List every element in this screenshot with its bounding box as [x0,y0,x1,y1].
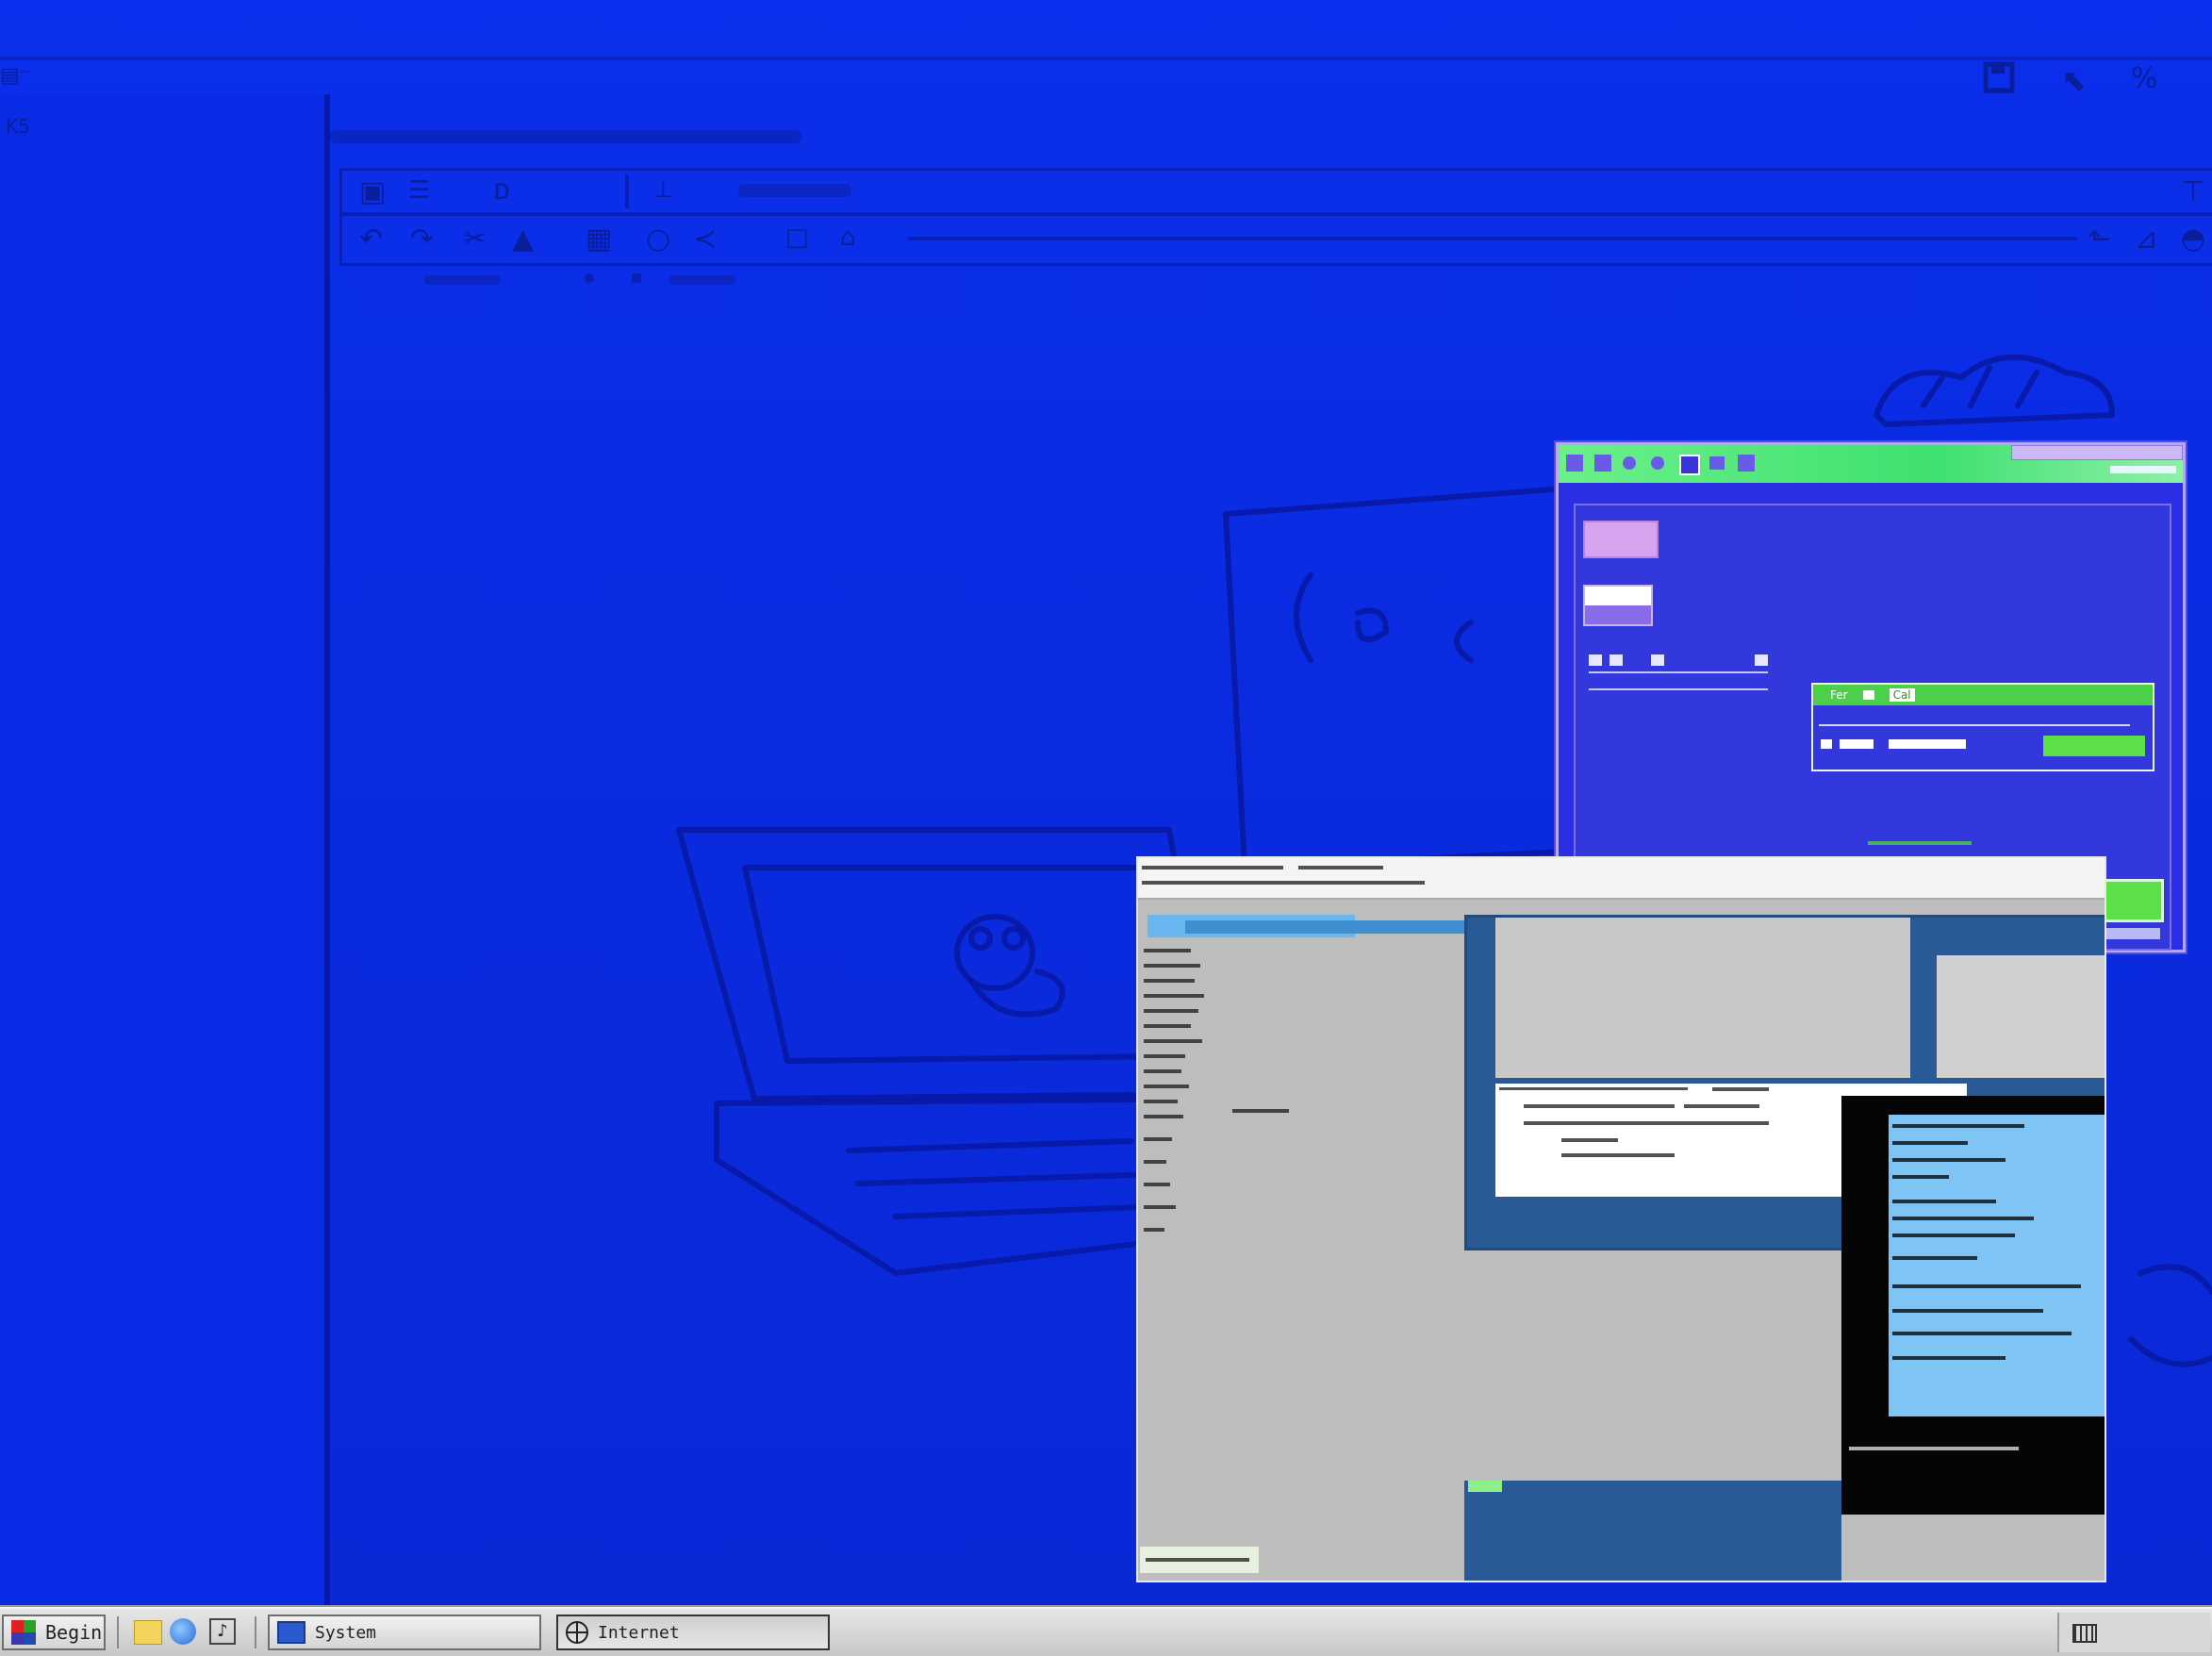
embedded-side-panel [1937,955,2105,1078]
divider-line [1589,688,1768,690]
redo-icon[interactable]: ↷ [410,225,434,254]
gear-icon[interactable] [1862,690,1874,700]
embedded-note [1232,1109,1289,1113]
embedded-grey-area [1495,918,1910,1078]
inner-field-a[interactable] [1840,739,1874,749]
progress-sliver [1868,841,1972,845]
back-icon[interactable] [1566,455,1583,472]
box-icon[interactable]: □ [785,225,809,250]
inner-separator [1819,724,2130,726]
trash-icon[interactable]: ⌂ [840,225,856,250]
inner-panel: Fer Cal [1811,683,2154,771]
embedded-bottom-window [1464,1481,1841,1581]
embedded-tab [1185,920,1506,934]
cursor-icon[interactable]: ⬉ [2061,62,2087,98]
embedded-menubar [1138,858,2105,900]
pin-icon[interactable]: ⊤ [2181,178,2205,207]
dialog-address-field[interactable] [2011,445,2183,460]
taskbar-item-system[interactable]: System [268,1615,541,1650]
taskbar: Begin ♪ System Internet [0,1607,2212,1656]
forward-icon[interactable] [1709,456,1725,470]
pointer-icon[interactable]: ⬑ [2088,225,2111,254]
undo-icon[interactable]: ↶ [359,225,383,254]
toolbar-primary: ▣ ☰ ᴅ ⊥ ⊤ [339,168,2212,215]
ruler-bar [339,264,2212,296]
arrow-icon[interactable]: ≺ [693,225,717,254]
grid-icon[interactable] [1738,455,1755,472]
taskbar-item-internet-label: Internet [598,1622,680,1643]
shape-icon[interactable]: ▲ [512,225,534,254]
embedded-file-list [1144,949,1210,1326]
window-icon[interactable] [1679,455,1700,475]
list-icon[interactable] [1594,455,1611,472]
monitor-icon [277,1621,305,1644]
embedded-status-strip [1140,1547,1259,1573]
color-swatch-lilac[interactable] [1583,521,1659,558]
inner-ok-button[interactable] [2043,736,2145,756]
toolbar-divider [625,174,629,208]
image-icon[interactable]: ▦ [586,225,612,254]
start-logo-icon [11,1620,36,1645]
embedded-terminal [1841,1096,2105,1515]
style-icon[interactable]: ☰ [408,178,430,203]
music-note-icon[interactable]: ♪ [209,1618,236,1645]
inner-panel-header[interactable]: Fer Cal [1813,685,2153,705]
start-label: Begin [45,1621,103,1644]
paragraph-icon[interactable]: ᴅ [493,176,510,205]
save-icon[interactable] [1980,58,2018,96]
record-icon[interactable] [1651,456,1664,470]
system-tray [2057,1613,2210,1652]
color-swatch-white[interactable] [1583,585,1653,626]
play-icon[interactable] [1623,456,1636,470]
dialog-progress [2110,466,2176,473]
inner-field-b[interactable] [1889,739,1966,749]
embedded-desktop-screenshot [1136,856,2106,1582]
embedded-tag [1468,1481,1502,1492]
document-title-line [330,124,801,143]
inner-tab-cal[interactable]: Cal [1889,688,1915,702]
taskbar-item-system-label: System [315,1622,377,1643]
pen-icon[interactable]: ⊿ [2135,225,2158,254]
internet-globe-icon [566,1621,588,1644]
window-top-border [0,57,2212,60]
folder-icon[interactable] [134,1620,162,1645]
format-icon[interactable]: ▣ [359,178,386,207]
zoom-icon[interactable]: % [2131,62,2158,95]
dialog-titlebar[interactable] [1559,445,2183,483]
terminal-text [1892,1124,2081,1407]
bucket-icon[interactable]: ◓ [2181,225,2205,254]
cut-icon[interactable]: ✂ [463,225,487,254]
taskbar-item-internet[interactable]: Internet [556,1615,830,1650]
left-sidebar-pane [0,94,330,1607]
keyboard-icon[interactable] [2072,1624,2097,1643]
lock-icon[interactable]: ⊥ [653,178,673,201]
inner-checkbox[interactable] [1821,739,1832,749]
ellipse-icon[interactable]: ○ [646,225,670,254]
toolbar-slider-track[interactable] [908,237,2077,240]
inner-tab-fer[interactable]: Fer [1830,688,1848,702]
sidebar-label: K5 [6,115,30,138]
globe-icon[interactable] [170,1618,196,1645]
field-placeholder [738,184,851,197]
window-menu-stub: ▤⁻ [0,64,31,88]
start-button[interactable]: Begin [2,1615,106,1650]
terminal-prompt [1849,1447,2019,1450]
player-controls[interactable] [1589,653,1768,673]
toolbar-secondary: ↶ ↷ ✂ ▲ ▦ ○ ≺ □ ⌂ ⬑ ⊿ ◓ [339,213,2212,266]
